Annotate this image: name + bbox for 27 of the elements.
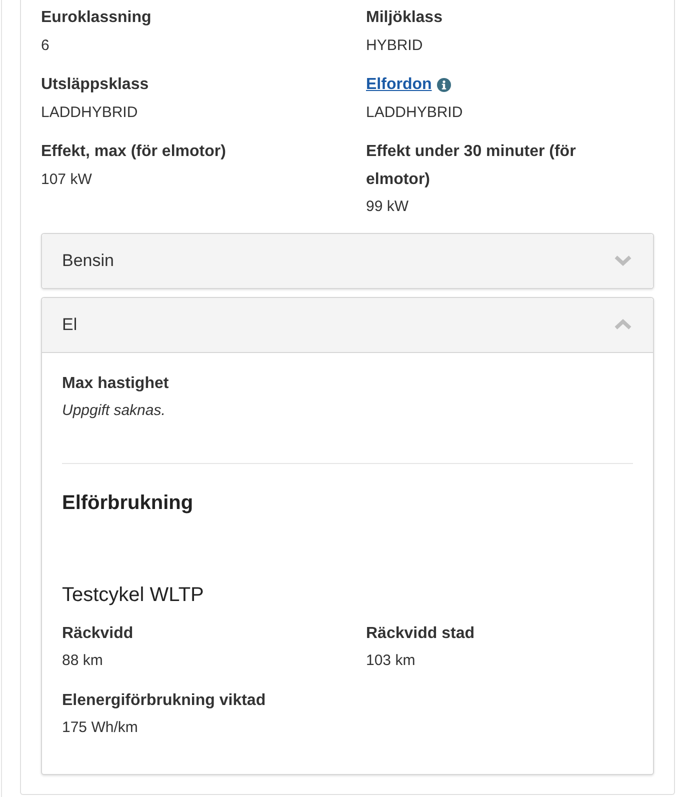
field-label: Euroklassning — [41, 8, 152, 28]
field-value: 88 km — [62, 651, 103, 671]
field-value: Uppgift saknas. — [62, 401, 166, 421]
label-link[interactable]: Elfordon — [366, 71, 432, 98]
field-value: 99 kW — [366, 197, 409, 217]
field-value: HYBRID — [366, 36, 423, 56]
chevron-up-icon — [614, 319, 632, 330]
section-subheading: Testcykel WLTP — [62, 582, 204, 608]
field-label: Utsläppsklass — [41, 75, 149, 95]
field-label: Max hastighet — [62, 374, 169, 394]
field-label: Elenergiförbrukning viktad — [62, 690, 266, 710]
field-label: Effekt under 30 minuter (för elmotor) — [366, 142, 577, 190]
field-value: LADDHYBRID — [366, 102, 463, 122]
section-heading: Elförbrukning — [62, 490, 194, 516]
field-value: 103 km — [366, 651, 416, 671]
field-value: LADDHYBRID — [41, 102, 138, 122]
accordion-header[interactable]: Bensin — [42, 234, 653, 288]
field-value: 175 Wh/km — [62, 718, 138, 738]
field-label: Effekt, max (för elmotor) — [41, 142, 226, 162]
info-icon[interactable] — [436, 78, 451, 92]
accordion-header[interactable]: El — [42, 298, 653, 352]
field-label: Miljöklass — [366, 8, 442, 28]
field-label: Räckvidd stad — [366, 624, 474, 644]
field-value: 107 kW — [41, 170, 92, 190]
field-label: Räckvidd — [62, 624, 134, 644]
chevron-down-icon — [614, 255, 632, 266]
field-value: 6 — [41, 36, 50, 56]
